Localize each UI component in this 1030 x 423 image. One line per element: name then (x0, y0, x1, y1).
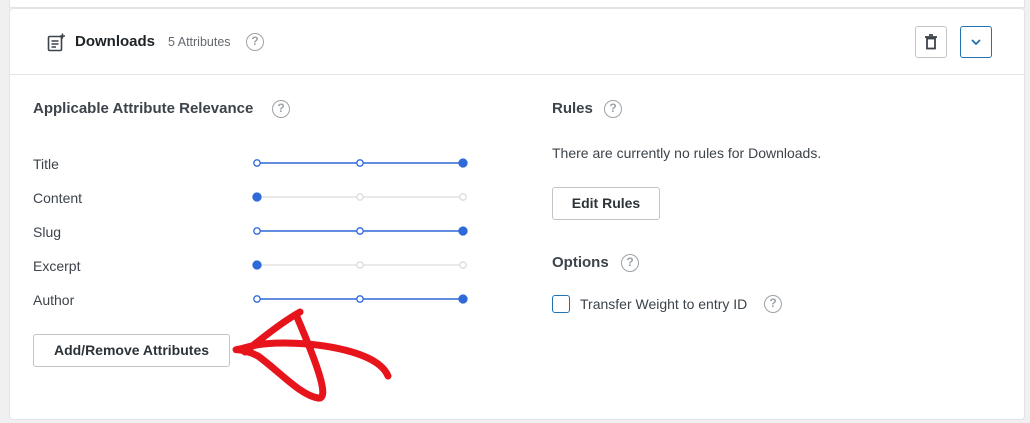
trash-icon (925, 34, 937, 50)
relevance-slider-excerpt[interactable] (252, 258, 468, 272)
post-list-icon (46, 33, 66, 53)
edit-rules-button[interactable]: Edit Rules (552, 187, 660, 220)
transfer-weight-checkbox[interactable] (552, 295, 570, 313)
header-help-icon[interactable]: ? (246, 33, 264, 51)
collapse-toggle-button[interactable] (960, 26, 992, 58)
add-remove-attributes-button[interactable]: Add/Remove Attributes (33, 334, 230, 367)
slider-stop (459, 261, 467, 269)
chevron-down-icon (971, 39, 981, 46)
relevance-slider-author[interactable] (252, 292, 468, 306)
rules-empty-text: There are currently no rules for Downloa… (552, 145, 822, 161)
relevance-section-title: Applicable Attribute Relevance (33, 100, 254, 117)
relevance-slider-content[interactable] (252, 190, 468, 204)
card-header: Downloads 5 Attributes ? (10, 9, 1024, 75)
slider-handle (458, 294, 468, 304)
slider-stop (356, 193, 364, 201)
slider-stop (253, 295, 261, 303)
slider-handle (252, 260, 262, 270)
attribute-label-content: Content (33, 190, 83, 206)
slider-handle (458, 226, 468, 236)
relevance-help-icon[interactable]: ? (272, 100, 290, 118)
relevance-slider-title[interactable] (252, 156, 468, 170)
slider-handle (458, 158, 468, 168)
slider-stop (459, 193, 467, 201)
transfer-weight-help-icon[interactable]: ? (764, 295, 782, 313)
previous-card-edge (9, 0, 1025, 8)
slider-stop (356, 159, 364, 167)
slider-stop (356, 261, 364, 269)
attribute-label-title: Title (33, 156, 59, 172)
slider-stop (356, 227, 364, 235)
slider-stop (356, 295, 364, 303)
slider-stop (253, 227, 261, 235)
attribute-label-author: Author (33, 292, 75, 308)
attribute-label-slug: Slug (33, 224, 62, 240)
rules-help-icon[interactable]: ? (604, 100, 622, 118)
options-section-title: Options (552, 254, 609, 271)
transfer-weight-label[interactable]: Transfer Weight to entry ID (580, 296, 747, 312)
post-type-title: Downloads (75, 33, 156, 50)
slider-handle (252, 192, 262, 202)
slider-stop (253, 159, 261, 167)
rules-section-title: Rules (552, 100, 593, 117)
relevance-slider-slug[interactable] (252, 224, 468, 238)
attribute-label-excerpt: Excerpt (33, 258, 81, 274)
options-help-icon[interactable]: ? (621, 254, 639, 272)
attribute-count: 5 Attributes (168, 35, 231, 49)
delete-post-type-button[interactable] (915, 26, 947, 58)
